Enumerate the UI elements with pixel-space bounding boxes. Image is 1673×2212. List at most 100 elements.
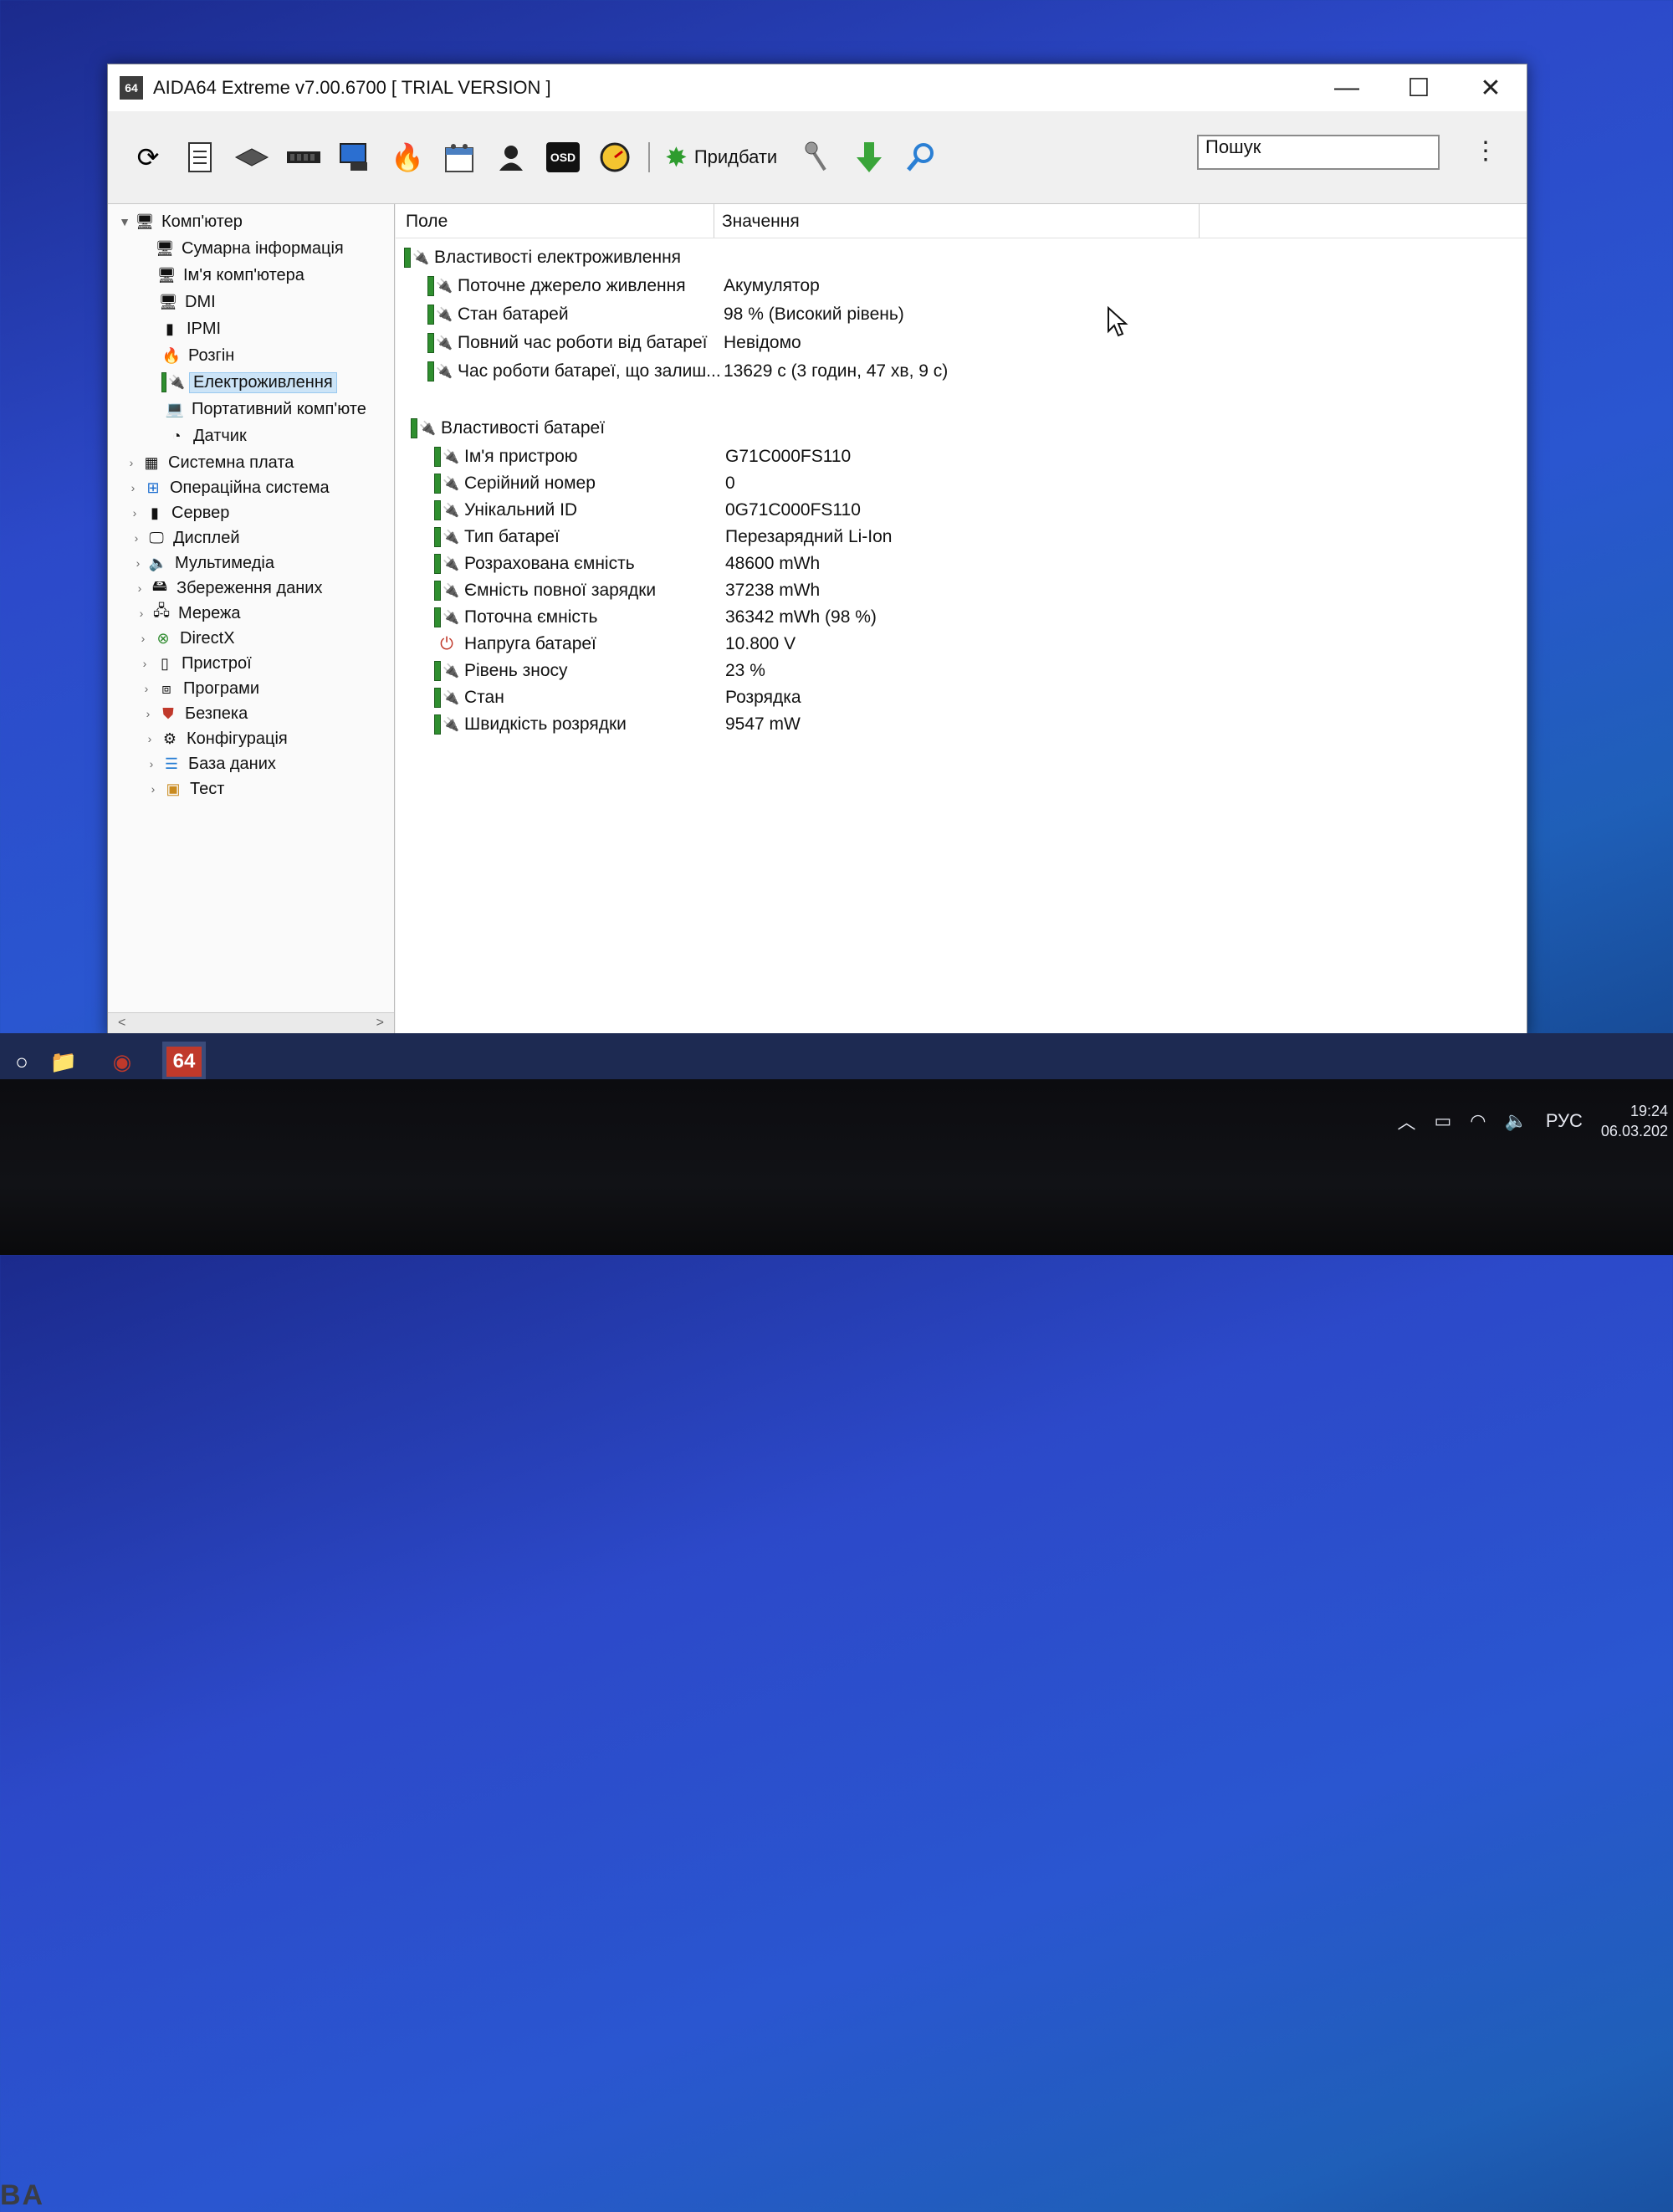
tree-item-summary[interactable]: 🖥 Сумарна інформація [153,236,344,261]
column-header-value[interactable]: Значення [722,212,800,232]
app-icon-red[interactable]: ◉ [100,1042,144,1082]
table-row[interactable]: 🔌 Швидкість розрядки [434,711,627,738]
report-icon[interactable] [178,136,222,179]
table-row[interactable]: 🔌 Поточна ємність [434,604,597,631]
field-value: 98 % (Високий рівень) [724,305,904,324]
table-row[interactable]: 🔌 Рівень зносу [434,658,568,684]
table-row[interactable]: 🔌 Стан батарей [427,301,569,328]
tree-item-power[interactable]: 🔌 Електроживлення [161,370,337,395]
table-row[interactable]: 🔌 Час роботи батареї, що залиш... [427,358,721,385]
tree-item-overclock[interactable]: 🔥 Розгін [160,343,235,368]
search-input[interactable]: Пошук [1197,135,1440,170]
tree-item-database[interactable]: › ☰ База даних [143,751,276,776]
more-menu-icon[interactable]: ⋮ [1473,136,1498,166]
expand-chevron-icon[interactable]: › [130,556,146,570]
motherboard-icon[interactable] [230,136,274,179]
table-row[interactable]: 🔌 Ім'я пристрою [434,443,578,470]
search-icon[interactable] [899,136,943,179]
expand-chevron-icon[interactable]: › [136,657,153,670]
tree-item-multimedia[interactable]: › 🔈 Мультимедіа [130,550,274,576]
title-bar[interactable]: 64 AIDA64 Extreme v7.00.6700 [ TRIAL VER… [108,64,1527,111]
voltage-icon: ⏻ [440,634,453,653]
expand-chevron-icon[interactable]: › [140,707,156,720]
tree-item-devices[interactable]: › ▯ Пристрої [136,651,252,676]
scroll-right-arrow-icon[interactable]: > [376,1016,384,1031]
expand-chevron-icon[interactable]: › [143,757,160,771]
buy-button[interactable]: ✸ Придбати [665,141,777,173]
aida64-taskbar-button[interactable]: 64 [162,1042,206,1082]
tree-item-os[interactable]: › ⊞ Операційна система [125,475,330,500]
tree-item-network[interactable]: › 🖧 Мережа [133,601,241,626]
calendar-icon[interactable] [437,136,481,179]
tree-item-directx[interactable]: › ⊗ DirectX [135,626,235,651]
tree-item-sensor[interactable]: ◔ Датчик [165,423,247,448]
start-search-icon[interactable]: ○ [0,1042,43,1082]
column-header-field[interactable]: Поле [406,212,448,232]
table-row[interactable]: 🔌 Тип батареї [434,524,560,550]
tree-item-ipmi[interactable]: ▮ IPMI [158,316,221,341]
table-row[interactable]: 🔌 Серійний номер [434,470,596,497]
expand-chevron-icon[interactable]: › [138,682,155,695]
battery-icon: 🔌 [427,361,453,382]
table-row[interactable]: 🔌 Повний час роботи від батареї [427,330,708,356]
expand-chevron-icon[interactable]: › [125,481,141,494]
minimize-button[interactable]: — [1311,64,1383,111]
table-row[interactable]: 🔌 Стан [434,684,504,711]
wifi-icon[interactable]: ◠ [1470,1110,1486,1132]
table-row[interactable]: 🔌 Поточне джерело живлення [427,273,686,300]
flame-icon[interactable]: 🔥 [386,136,429,179]
tree-item-security[interactable]: › ⛊ Безпека [140,701,248,726]
section-header-battery[interactable]: 🔌 Властивості батареї [411,415,605,442]
tree-horizontal-scrollbar[interactable]: < > [108,1012,394,1035]
section-header-power[interactable]: 🔌 Властивості електроживлення [404,244,681,271]
tree-item-label: Датчик [193,426,247,445]
maximize-button[interactable]: ☐ [1383,64,1455,111]
expand-chevron-icon[interactable]: › [133,607,150,620]
refresh-icon[interactable]: ⟳ [126,136,170,179]
tree-item-portable[interactable]: 💻 Портативний комп'юте [163,397,366,422]
program-icon: ⧈ [161,679,171,697]
expand-chevron-icon[interactable]: › [145,782,161,796]
language-indicator[interactable]: РУС [1546,1110,1583,1132]
memory-icon[interactable] [282,136,325,179]
expand-chevron-icon[interactable]: › [135,632,151,645]
tree-item-test[interactable]: › ▣ Тест [145,776,225,801]
tree-item-config[interactable]: › ⚙ Конфігурація [141,726,288,751]
column-divider[interactable] [1199,204,1200,238]
scroll-left-arrow-icon[interactable]: < [118,1016,125,1031]
tree-item-computer-name[interactable]: 🖥 Ім'я комп'ютера [155,263,304,288]
table-row[interactable]: 🔌 Ємність повної зарядки [434,577,656,604]
field-value: Невідомо [724,333,801,352]
tray-chevron-up-icon[interactable]: ︿ [1397,1108,1415,1134]
tree-item-display[interactable]: › 🖵 Дисплей [128,525,240,550]
expand-chevron-icon[interactable]: › [141,732,158,745]
gauge-icon[interactable] [593,136,637,179]
tree-item-computer[interactable]: ▼ 🖥 Комп'ютер [116,209,243,234]
file-explorer-icon[interactable]: 📁 [42,1042,85,1082]
expand-chevron-icon[interactable]: › [128,531,145,545]
tree-item-dmi[interactable]: 🖥 DMI [156,289,216,315]
expand-chevron-icon[interactable]: › [123,456,140,469]
table-row[interactable]: 🔌 Унікальний ID [434,497,577,524]
computer-icon[interactable] [334,136,377,179]
volume-icon[interactable]: 🔈 [1504,1110,1527,1132]
expand-chevron-icon[interactable]: › [131,581,148,595]
clock[interactable]: 19:24 06.03.202 [1601,1101,1668,1141]
table-row[interactable]: ⏻ Напруга батареї [434,631,596,658]
osd-button[interactable]: OSD [541,136,585,179]
windows-icon: ⊞ [146,479,160,496]
battery-tray-icon[interactable]: ▭ [1434,1110,1451,1132]
close-button[interactable]: ✕ [1455,64,1527,111]
tree-item-label: DMI [185,292,216,311]
tree-item-programs[interactable]: › ⧈ Програми [138,676,259,701]
tools-icon[interactable] [796,136,839,179]
calendar-icon-svg [445,144,473,172]
download-arrow-icon[interactable] [847,136,891,179]
tree-item-server[interactable]: › ▮ Сервер [126,500,230,525]
collapse-chevron-icon[interactable]: ▼ [116,215,133,228]
user-icon[interactable] [489,136,533,179]
tree-item-storage[interactable]: › 🖴 Збереження даних [131,576,323,601]
tree-item-motherboard[interactable]: › ▦ Системна плата [123,450,294,475]
expand-chevron-icon[interactable]: › [126,506,143,520]
table-row[interactable]: 🔌 Розрахована ємність [434,550,635,577]
